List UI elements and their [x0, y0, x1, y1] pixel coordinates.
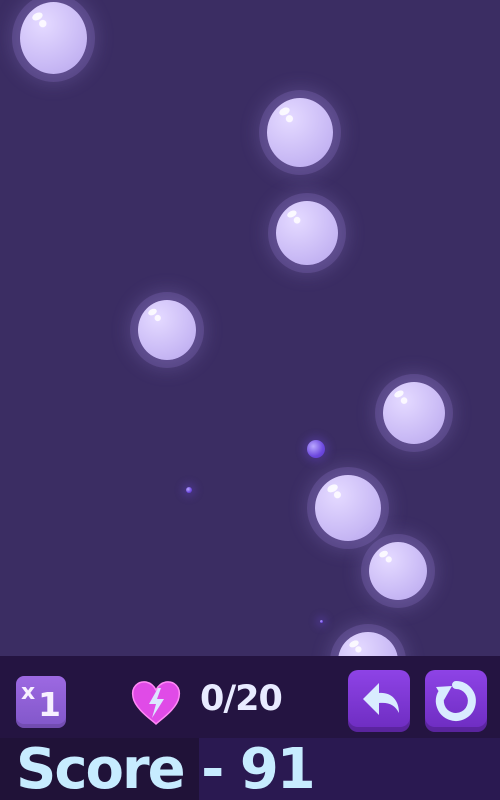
restart-button[interactable]	[425, 670, 487, 732]
multiplier-value: 1	[38, 685, 61, 724]
goal-progress: 0/20	[200, 679, 283, 719]
bubble[interactable]	[276, 201, 338, 265]
bubble[interactable]	[20, 2, 87, 74]
small-particle	[307, 440, 325, 458]
playfield[interactable]	[0, 0, 500, 656]
bubble[interactable]	[338, 632, 398, 656]
undo-button[interactable]	[348, 670, 410, 732]
score-label: Score - 91	[16, 737, 316, 800]
bubble[interactable]	[138, 300, 196, 360]
bubble[interactable]	[383, 382, 445, 444]
score-row: Score - 91	[0, 738, 500, 800]
hud-control-bar: x 1 0/20	[0, 656, 500, 738]
heart-lightning-icon	[130, 679, 182, 727]
tiny-particle	[320, 620, 323, 623]
game-screen: x 1 0/20 Score - 91	[0, 0, 500, 800]
bubble[interactable]	[369, 542, 427, 600]
multiplier-badge: x 1	[16, 676, 66, 728]
bubble[interactable]	[315, 475, 381, 541]
undo-arrow-icon	[363, 683, 399, 715]
tiny-particle	[186, 487, 192, 493]
restart-icon	[435, 681, 476, 721]
bubble[interactable]	[267, 98, 333, 167]
bottom-hud: x 1 0/20 Score - 91	[0, 656, 500, 800]
multiplier-x: x	[21, 680, 36, 705]
